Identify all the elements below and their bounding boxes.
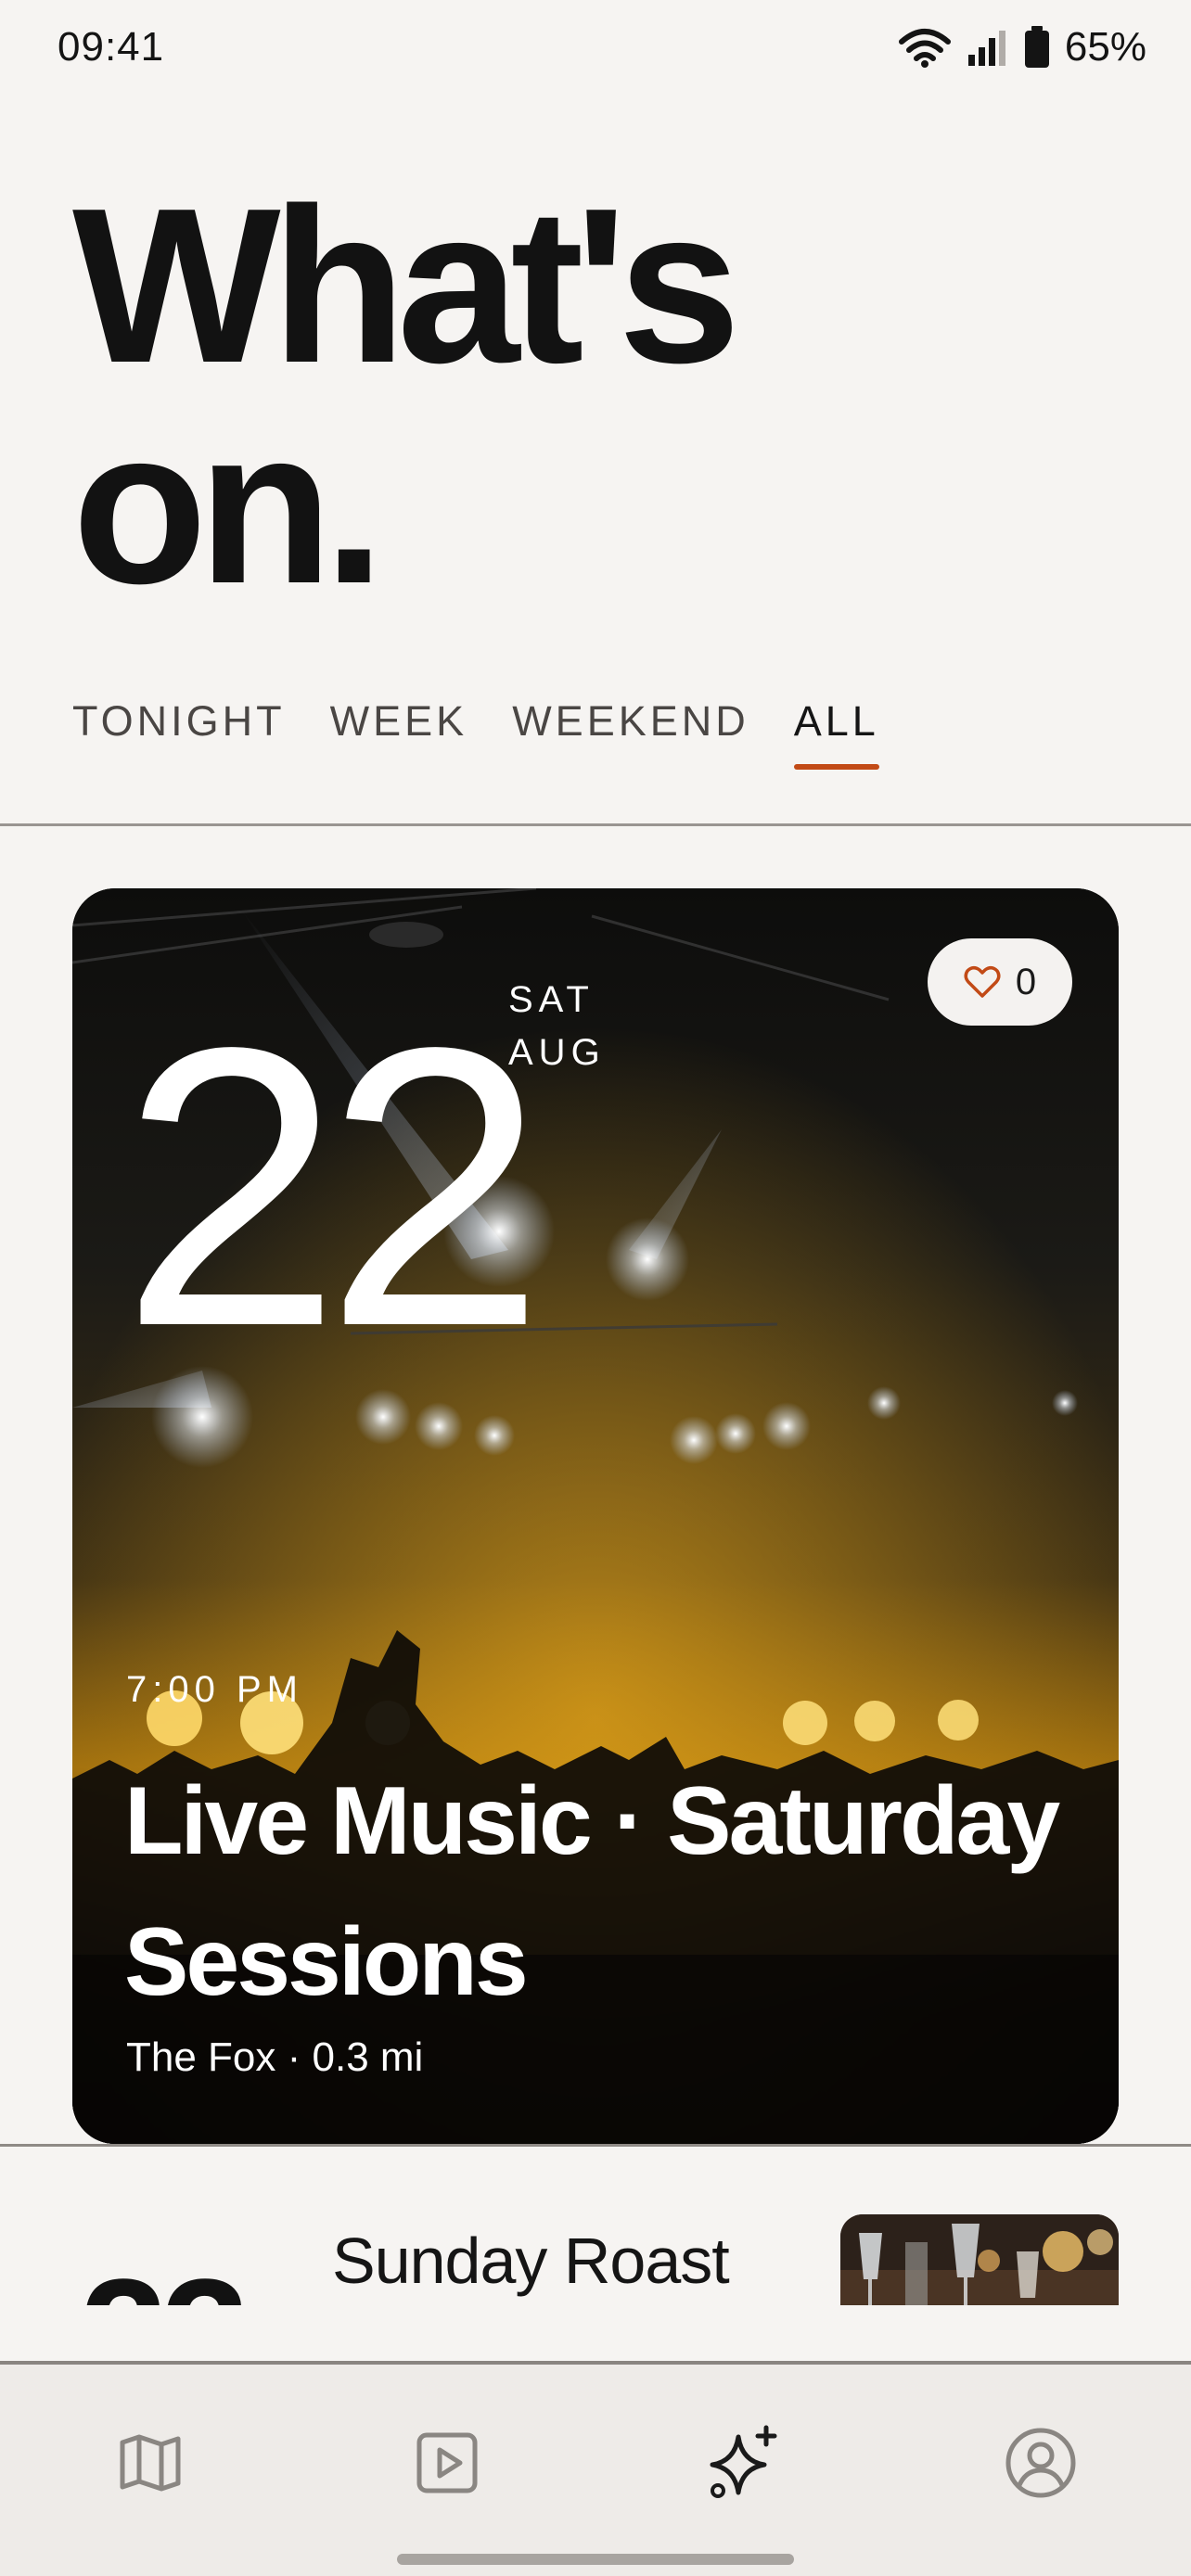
- like-button[interactable]: 0: [928, 938, 1072, 1026]
- wifi-icon: [898, 29, 951, 68]
- event-day: 22: [121, 965, 545, 1409]
- tab-all[interactable]: ALL: [793, 697, 879, 772]
- nav-map[interactable]: [104, 2417, 197, 2509]
- next-event-card[interactable]: 23 Sunday Roast: [0, 2148, 1191, 2305]
- map-icon: [120, 2434, 181, 2492]
- filter-tabs: TONIGHT WEEK WEEKEND ALL: [72, 697, 879, 772]
- tab-label: TONIGHT: [72, 697, 286, 745]
- divider: [0, 2144, 1191, 2147]
- status-time: 09:41: [58, 24, 165, 70]
- battery-icon: [1024, 26, 1049, 68]
- page-title: What's on.: [72, 163, 741, 630]
- home-indicator[interactable]: [397, 2554, 794, 2565]
- nav-whats-on[interactable]: [698, 2417, 790, 2509]
- next-event-title: Sunday Roast: [332, 2225, 730, 2297]
- sparkle-icon: [710, 2425, 777, 2498]
- page-title-line1: What's: [72, 163, 741, 409]
- status-bar: 09:41 65%: [0, 0, 1191, 102]
- battery-percent: 65%: [1064, 24, 1146, 70]
- event-venue: The Fox · 0.3 mi: [126, 2034, 424, 2080]
- next-event-image: [840, 2214, 1119, 2305]
- event-time: 7:00 PM: [126, 1669, 303, 1710]
- tab-weekend[interactable]: WEEKEND: [512, 697, 749, 772]
- tab-label: WEEK: [329, 697, 468, 745]
- play-icon: [416, 2432, 478, 2493]
- nav-profile[interactable]: [994, 2417, 1087, 2509]
- nav-videos[interactable]: [401, 2417, 493, 2509]
- bottom-nav: [0, 2361, 1191, 2576]
- status-icons: 65%: [898, 22, 1146, 72]
- heart-icon: [964, 966, 1001, 998]
- featured-event-card[interactable]: 0 SAT AUG 22 7:00 PM Live Music · Saturd…: [72, 888, 1119, 2144]
- tab-label: WEEKEND: [512, 697, 749, 745]
- event-title: Live Music · Saturday Sessions: [124, 1767, 1060, 2016]
- profile-icon: [1005, 2428, 1076, 2498]
- active-tab-indicator: [793, 764, 879, 770]
- next-event-day: 23: [80, 2244, 250, 2305]
- like-count: 0: [1015, 961, 1037, 1002]
- divider: [0, 823, 1191, 826]
- tab-label: ALL: [793, 697, 879, 745]
- tab-tonight[interactable]: TONIGHT: [72, 697, 286, 772]
- tab-week[interactable]: WEEK: [330, 697, 468, 772]
- page-title-line2: on.: [72, 384, 385, 630]
- signal-icon: [967, 31, 1005, 66]
